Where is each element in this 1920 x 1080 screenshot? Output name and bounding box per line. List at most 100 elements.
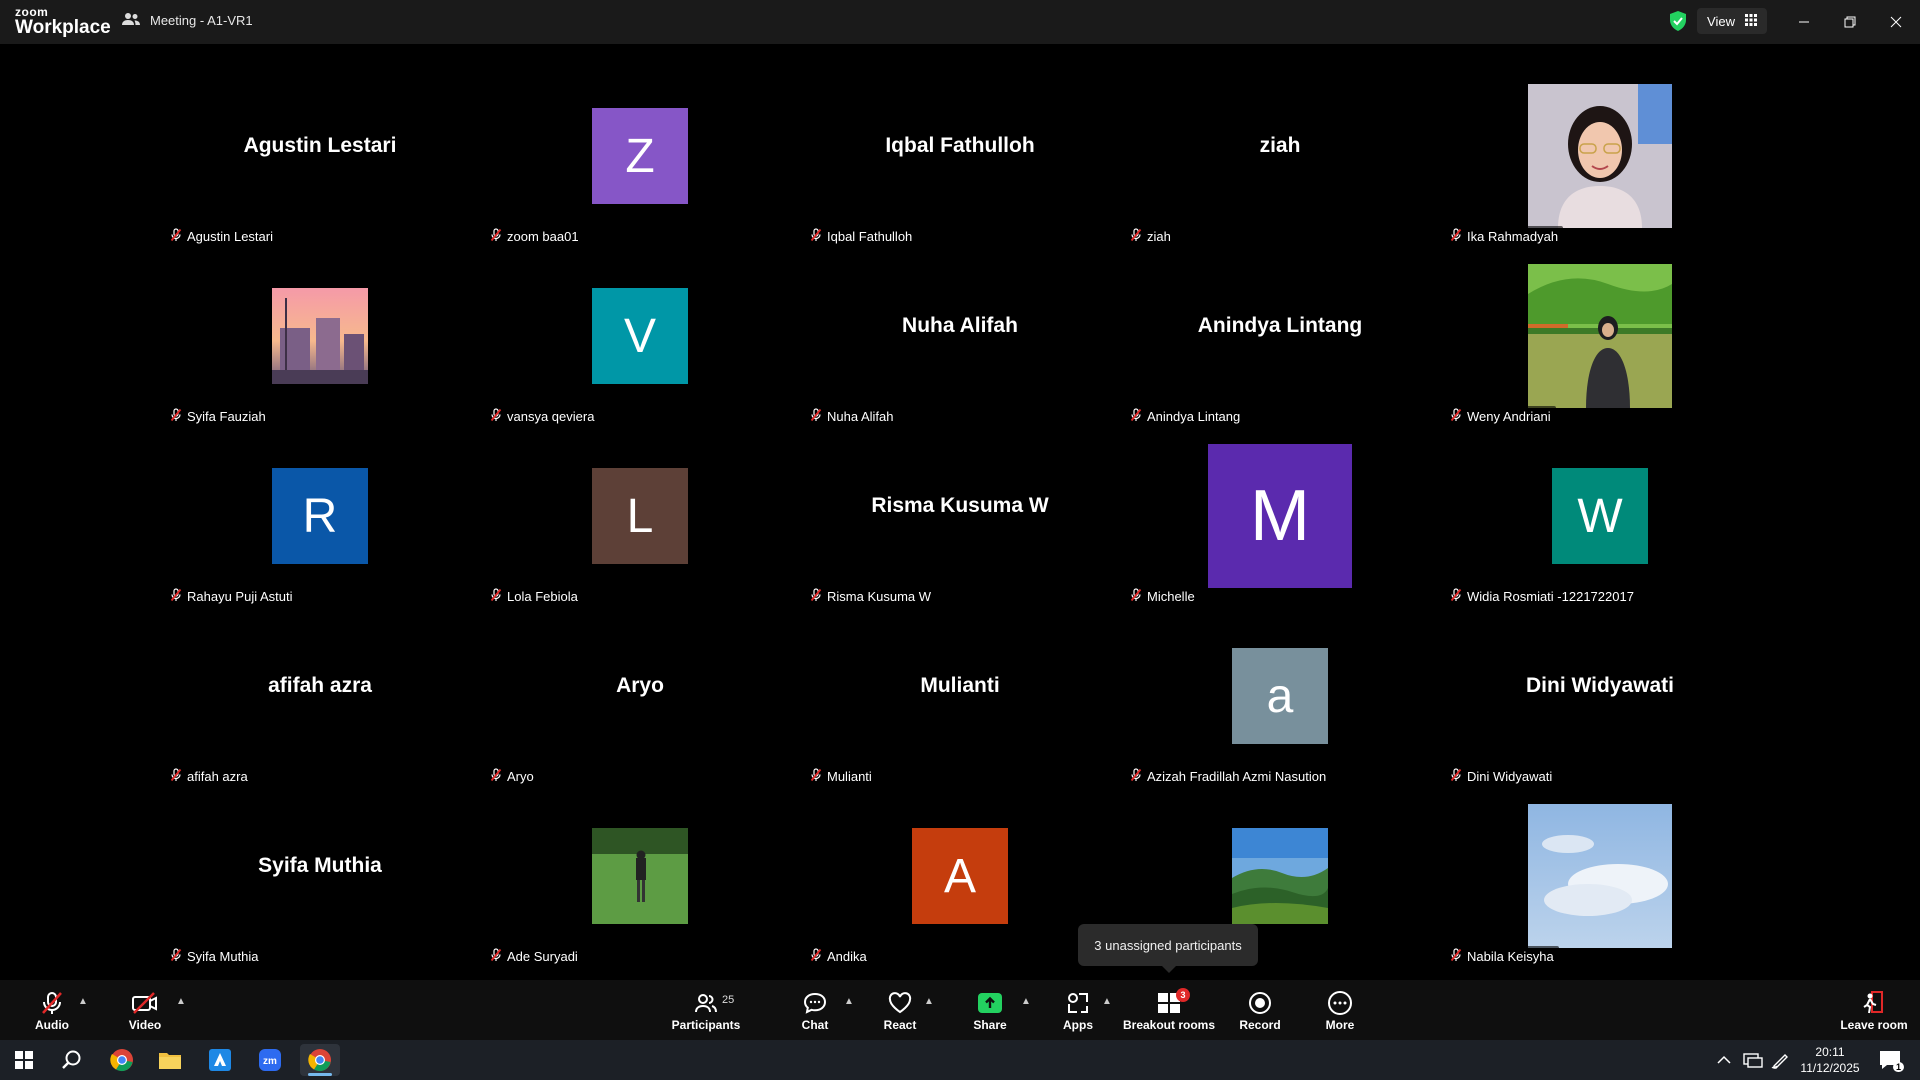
participant-name-label: Dini Widyawati [1445,766,1558,786]
participant-name-label: ziah [1125,226,1176,246]
encryption-shield-icon[interactable] [1669,11,1687,36]
participant-tile[interactable]: Zzoom baa01 [480,66,800,246]
muted-mic-icon [170,407,182,425]
muted-mic-icon [1450,587,1462,605]
chevron-up-icon[interactable] [1710,1044,1738,1076]
avatar-initial: R [272,468,368,564]
chat-options-caret-icon[interactable]: ▲ [844,996,854,1007]
participant-tile[interactable]: A Andika [800,786,1120,966]
video-off-icon [131,990,159,1016]
participant-name: Widia Rosmiati -1221722017 [1467,588,1634,604]
participant-name: Agustin Lestari [187,228,273,244]
zoom-app-icon[interactable]: zm [250,1044,290,1076]
leave-room-button[interactable]: Leave room [1838,980,1910,1040]
muted-mic-icon [810,587,822,605]
record-icon [1247,990,1273,1016]
leave-room-icon [1862,990,1886,1016]
apps-icon [1066,990,1090,1016]
participant-tile[interactable]: Ika Rahmadyah [1440,66,1760,246]
participant-tile[interactable]: Syifa Muthia Syifa Muthia [160,786,480,966]
muted-mic-icon [490,767,502,785]
chrome-icon[interactable] [102,1044,142,1076]
unassigned-tooltip: 3 unassigned participants [1078,924,1258,973]
record-label: Record [1239,1018,1281,1032]
participant-tile[interactable]: Anindya Lintang Anindya Lintang [1120,246,1440,426]
participant-tile[interactable]: Nabila Keisyha [1440,786,1760,966]
muted-mic-icon [490,947,502,965]
participant-name: ziah [1147,228,1171,244]
participant-name: Andika [827,948,867,964]
search-icon[interactable] [52,1044,92,1076]
participant-display-name: Mulianti [920,674,1000,697]
minimize-icon[interactable] [1792,10,1816,34]
brand-bottom: Workplace [15,17,111,38]
participant-tile[interactable]: Risma Kusuma W Risma Kusuma W [800,426,1120,606]
share-screen-icon [977,990,1003,1016]
participant-tile[interactable]: L Lola Febiola [480,426,800,606]
close-icon[interactable] [1884,10,1908,34]
participant-tile[interactable]: Ade Suryadi [480,786,800,966]
breakout-rooms-button[interactable]: Breakout rooms [1123,980,1215,1040]
title-bar: zoom Workplace Meeting - A1-VR1 View [0,0,1920,44]
share-options-caret-icon[interactable]: ▲ [1021,996,1031,1007]
participant-display-name: ziah [1259,134,1301,157]
participant-name: Azizah Fradillah Azmi Nasution [1147,768,1327,784]
participant-name: Weny Andriani [1467,408,1551,424]
react-options-caret-icon[interactable]: ▲ [924,996,934,1007]
meeting-title: Meeting - A1-VR1 [150,13,253,28]
participant-tile[interactable]: Syifa Fauziah [160,246,480,426]
participant-tile[interactable]: Aryo Aryo [480,606,800,786]
muted-mic-icon [490,587,502,605]
participant-name-label: Michelle [1125,586,1200,606]
audio-options-caret-icon[interactable]: ▲ [78,996,88,1007]
participants-count: 25 [722,994,735,1006]
participant-tile[interactable]: Weny Andriani [1440,246,1760,426]
muted-mic-icon [490,407,502,425]
more-icon [1327,990,1353,1016]
view-button[interactable]: View [1697,8,1767,34]
video-button[interactable]: Video [120,980,170,1040]
participant-name-label: zoom baa01 [485,226,584,246]
audio-button[interactable]: Audio [28,980,76,1040]
participant-tile[interactable]: afifah azra afifah azra [160,606,480,786]
share-button[interactable]: Share [968,980,1012,1040]
azure-app-icon[interactable] [200,1044,240,1076]
participant-name-label: Rahayu Puji Astuti [165,586,298,606]
participant-tile[interactable]: Vvansya qeviera [480,246,800,426]
react-button[interactable]: React [880,980,920,1040]
participant-tile[interactable]: a Azizah Fradillah Azmi Nasution [1120,606,1440,786]
restore-icon[interactable] [1838,10,1862,34]
meeting-info[interactable]: Meeting - A1-VR1 [122,12,253,29]
network-icon[interactable] [1738,1044,1768,1076]
file-explorer-icon[interactable] [150,1044,190,1076]
participant-tile[interactable]: Iqbal Fathulloh Iqbal Fathulloh [800,66,1120,246]
participant-name: Anindya Lintang [1147,408,1241,424]
participant-tile[interactable]: Dini Widyawati Dini Widyawati [1440,606,1760,786]
participant-tile[interactable]: Mulianti Mulianti [800,606,1120,786]
video-options-caret-icon[interactable]: ▲ [176,996,186,1007]
participant-name: Dini Widyawati [1467,768,1553,784]
participant-tile[interactable]: ziah ziah [1120,66,1440,246]
chat-button[interactable]: Chat [795,980,835,1040]
more-button[interactable]: More [1320,980,1360,1040]
participant-tile[interactable]: Nuha Alifah Nuha Alifah [800,246,1120,426]
participant-tile[interactable]: Agustin Lestari Agustin Lestari [160,66,480,246]
system-clock[interactable]: 20:11 11/12/2025 [1790,1044,1870,1076]
participant-name-label: Aryo [485,766,539,786]
participant-display-name: Aryo [616,674,664,697]
notifications-icon[interactable]: 1 [1870,1044,1910,1076]
participant-name: vansya qeviera [507,408,595,424]
apps-options-caret-icon[interactable]: ▲ [1102,996,1112,1007]
participants-button[interactable]: Participants [670,980,742,1040]
audio-label: Audio [35,1018,69,1032]
participant-tile[interactable]: M Michelle [1120,426,1440,606]
participant-tile[interactable]: R Rahayu Puji Astuti [160,426,480,606]
record-button[interactable]: Record [1238,980,1282,1040]
participant-tile[interactable]: W Widia Rosmiati -1221722017 [1440,426,1760,606]
chrome-active-icon[interactable] [300,1044,340,1076]
windows-start-icon[interactable] [4,1044,44,1076]
participant-display-name: afifah azra [268,674,372,697]
apps-button[interactable]: Apps [1058,980,1098,1040]
avatar-initial: M [1208,444,1352,588]
participant-name-label: Syifa Fauziah [165,406,271,426]
